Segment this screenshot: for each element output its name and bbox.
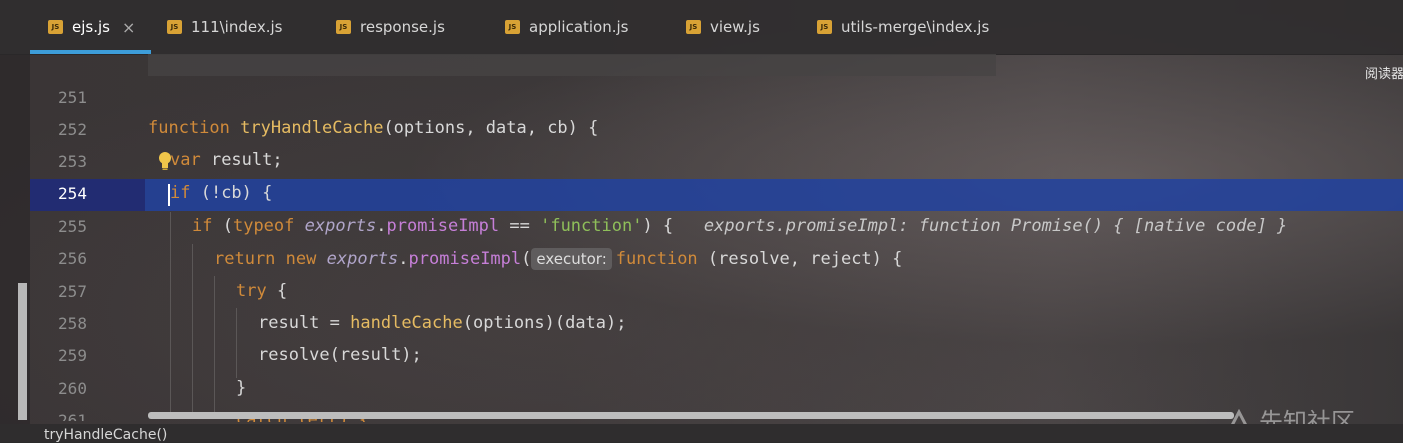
code-line-255[interactable]: if (typeof exports.promiseImpl == 'funct… <box>192 216 1287 236</box>
property: promiseImpl <box>408 249 522 269</box>
code-text: result; <box>200 150 283 170</box>
tab-label: 111\index.js <box>191 18 283 36</box>
keyword: if <box>170 183 191 203</box>
close-icon[interactable]: × <box>122 18 135 37</box>
keyword: function <box>148 118 230 138</box>
exports-ref: exports <box>326 249 399 269</box>
inline-debug-value: exports.promiseImpl: function Promise() … <box>703 216 1288 236</box>
tab-111-index-js[interactable]: JS 111\index.js <box>167 0 282 54</box>
line-number-current: 254 <box>58 184 87 203</box>
keyword: var <box>170 150 201 170</box>
line-number: 253 <box>58 152 87 171</box>
js-file-icon: JS <box>505 20 520 34</box>
line-number: 259 <box>58 346 87 365</box>
breadcrumb[interactable]: tryHandleCache() <box>44 427 167 443</box>
line-number: 255 <box>58 217 87 236</box>
function-call: resolve <box>258 345 330 365</box>
keyword: typeof <box>232 216 295 236</box>
keyword: return <box>214 249 276 269</box>
function-name: tryHandleCache <box>240 118 384 138</box>
code-text: . <box>376 216 387 236</box>
exports-ref: exports <box>304 216 377 236</box>
function-call: handleCache <box>350 313 463 333</box>
variable: result <box>258 313 320 333</box>
tab-view-js[interactable]: JS view.js <box>686 0 760 54</box>
js-file-icon: JS <box>686 20 701 34</box>
indent-guide <box>192 244 193 412</box>
code-text: { <box>266 281 288 301</box>
code-text: == <box>499 216 541 236</box>
code-line-254[interactable]: if (!cb) { <box>170 183 272 203</box>
keyword: new <box>285 249 317 269</box>
reader-mode-button[interactable]: 阅读器 <box>1365 63 1403 82</box>
line-number: 256 <box>58 249 87 268</box>
tab-label: view.js <box>710 18 760 36</box>
collapsed-code-strip <box>148 54 996 76</box>
code-text: ) { <box>642 216 674 236</box>
keyword: try <box>236 281 267 301</box>
tab-utils-merge-index-js[interactable]: JS utils-merge\index.js <box>817 0 989 54</box>
parameter-hint: executor: <box>531 248 612 270</box>
code-text: (result); <box>329 345 422 365</box>
js-file-icon: JS <box>336 20 351 34</box>
tab-label: ejs.js <box>72 18 110 36</box>
active-tab-indicator <box>30 50 151 54</box>
tab-ejs-js[interactable]: JS ejs.js × <box>48 0 135 54</box>
indent-guide <box>214 276 215 412</box>
tab-application-js[interactable]: JS application.js <box>505 0 629 54</box>
code-line-252[interactable]: function tryHandleCache(options, data, c… <box>148 118 598 138</box>
params: (options, data, cb) { <box>383 118 599 138</box>
code-text: (!cb) { <box>190 183 273 203</box>
line-number: 258 <box>58 314 87 333</box>
line-number: 252 <box>58 120 87 139</box>
status-bar <box>0 424 1403 442</box>
code-line-260[interactable]: } <box>236 378 246 398</box>
line-number: 251 <box>58 88 87 107</box>
line-number: 260 <box>58 379 87 398</box>
code-line-258[interactable]: result = handleCache(options)(data); <box>258 313 627 333</box>
code-text: ( <box>212 216 233 236</box>
keyword: function <box>615 249 698 269</box>
code-text: (resolve, reject) { <box>697 249 903 269</box>
indent-guide <box>236 308 237 378</box>
code-text: . <box>398 249 409 269</box>
line-number: 261 <box>58 411 87 421</box>
code-text: (options)(data); <box>462 313 627 333</box>
code-text: = <box>319 313 351 333</box>
property: promiseImpl <box>386 216 500 236</box>
code-text: } <box>236 378 247 398</box>
code-text: ( <box>521 249 532 269</box>
tab-response-js[interactable]: JS response.js <box>336 0 445 54</box>
js-file-icon: JS <box>817 20 832 34</box>
horizontal-scrollbar[interactable] <box>148 412 1234 419</box>
line-number: 257 <box>58 282 87 301</box>
keyword: if <box>192 216 213 236</box>
code-line-257[interactable]: try { <box>236 281 287 301</box>
tab-label: application.js <box>529 18 629 36</box>
js-file-icon: JS <box>167 20 182 34</box>
js-file-icon: JS <box>48 20 63 34</box>
tab-label: response.js <box>360 18 445 36</box>
code-line-253[interactable]: var result; <box>170 150 283 170</box>
tab-label: utils-merge\index.js <box>841 18 990 36</box>
code-line-256[interactable]: return new exports.promiseImpl(executor:… <box>214 248 902 270</box>
code-line-259[interactable]: resolve(result); <box>258 345 422 365</box>
indent-guide <box>170 212 171 412</box>
string-literal: 'function' <box>540 216 643 236</box>
vertical-scrollbar[interactable] <box>18 283 27 420</box>
